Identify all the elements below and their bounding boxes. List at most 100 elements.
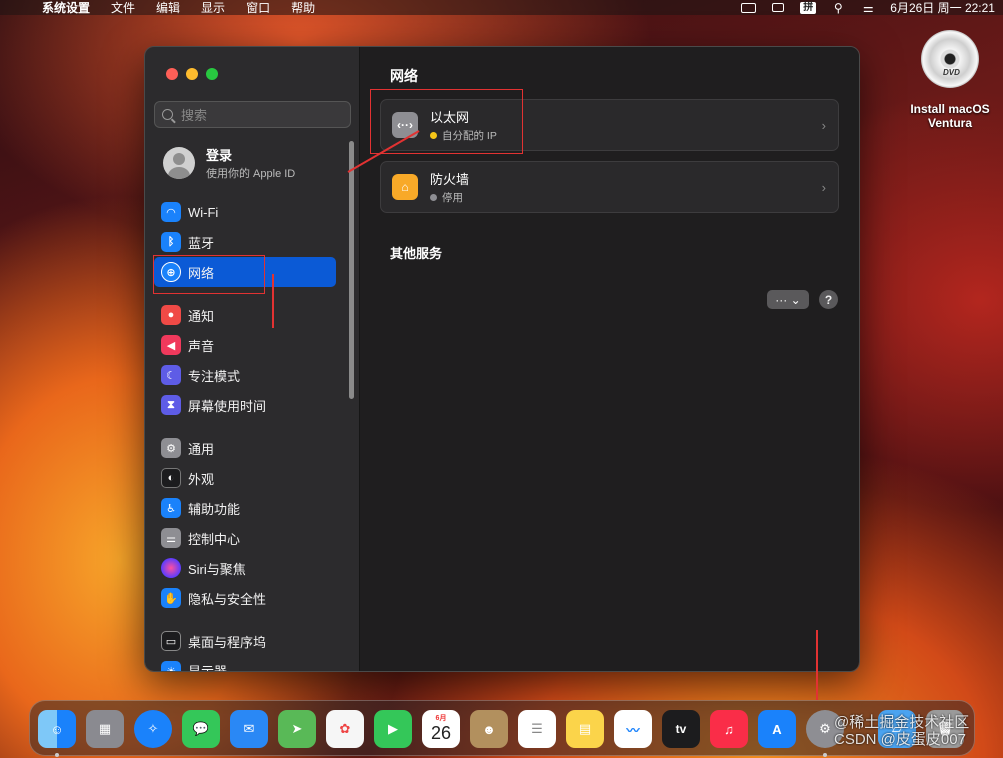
- app-store-icon[interactable]: A: [758, 710, 796, 748]
- notes-icon[interactable]: ▤: [566, 710, 604, 748]
- sidebar-item-accessibility[interactable]: ♿ 辅助功能: [154, 493, 336, 523]
- sidebar-item-label: 辅助功能: [188, 501, 241, 517]
- zoom-button[interactable]: [206, 68, 218, 80]
- firewall-title: 防火墙: [430, 172, 470, 187]
- firewall-status: 停用: [442, 192, 463, 204]
- sidebar-item-label: Siri与聚焦: [188, 561, 246, 577]
- menu-file[interactable]: 文件: [111, 0, 135, 16]
- apple-id-signin[interactable]: 登录 使用你的 Apple ID: [163, 145, 295, 181]
- sidebar-item-appearance[interactable]: ◐ 外观: [154, 463, 336, 493]
- other-services-heading: 其他服务: [390, 246, 443, 261]
- sidebar-group-system: ⚙ 通用 ◐ 外观 ♿ 辅助功能 ⚌ 控制中心 Siri与聚焦 ✋ 隐私与安全性: [154, 433, 336, 613]
- firewall-row[interactable]: ⌂ 防火墙 停用 ›: [380, 161, 839, 213]
- chevron-right-icon: ›: [821, 179, 826, 195]
- sidebar-item-displays[interactable]: ☀ 显示器: [154, 656, 336, 671]
- signin-title: 登录: [206, 148, 233, 163]
- minimize-button[interactable]: [186, 68, 198, 80]
- sidebar-item-label: 通用: [188, 441, 215, 457]
- stage-manager-icon[interactable]: [770, 2, 786, 14]
- sidebar-item-privacy[interactable]: ✋ 隐私与安全性: [154, 583, 336, 613]
- signin-subtitle: 使用你的 Apple ID: [206, 168, 296, 180]
- sidebar-item-focus[interactable]: ☾ 专注模式: [154, 360, 336, 390]
- hand-icon: ✋: [161, 588, 181, 608]
- calendar-day: 26: [430, 723, 452, 743]
- accessibility-icon: ♿: [161, 498, 181, 518]
- sidebar: 搜索 登录 使用你的 Apple ID ◠ Wi-Fi ᛒ 蓝牙 ⊕ 网络 ● …: [145, 47, 360, 671]
- sidebar-item-label: 桌面与程序坞: [188, 634, 267, 650]
- input-method-icon[interactable]: 拼: [800, 1, 817, 14]
- watermark-line2: CSDN @皮蛋皮007: [834, 731, 966, 748]
- help-button[interactable]: ?: [819, 290, 838, 309]
- menu-clock[interactable]: 6月26日 周一 22:21: [890, 0, 995, 16]
- sidebar-item-screen-time[interactable]: ⧗ 屏幕使用时间: [154, 390, 336, 420]
- siri-icon: [161, 558, 181, 578]
- mail-icon[interactable]: ✉: [230, 710, 268, 748]
- sidebar-item-label: 屏幕使用时间: [188, 398, 267, 414]
- running-indicator: [55, 753, 59, 757]
- hourglass-icon: ⧗: [161, 395, 181, 415]
- sidebar-item-sound[interactable]: ◀ 声音: [154, 330, 336, 360]
- sidebar-item-siri[interactable]: Siri与聚焦: [154, 553, 336, 583]
- avatar: [163, 147, 195, 179]
- close-button[interactable]: [166, 68, 178, 80]
- annotation-arrow-network: [272, 274, 274, 328]
- dvd-name: Install macOS Ventura: [900, 102, 1000, 130]
- page-title: 网络: [390, 68, 418, 84]
- control-center-icon[interactable]: ⚌: [860, 1, 876, 15]
- calendar-icon[interactable]: 6月 26: [422, 710, 460, 748]
- status-dot-gray: [430, 194, 437, 201]
- appearance-icon: ◐: [161, 468, 181, 488]
- search-placeholder: 搜索: [181, 108, 208, 123]
- photos-icon[interactable]: ✿: [326, 710, 364, 748]
- sidebar-scrollbar[interactable]: [349, 141, 354, 399]
- dvd-disc-icon: DVD: [921, 30, 979, 88]
- sidebar-item-desktop-dock[interactable]: ▭ 桌面与程序坞: [154, 626, 336, 656]
- gear-icon: ⚙: [161, 438, 181, 458]
- display-icon: ☀: [161, 661, 181, 671]
- more-actions-button[interactable]: ··· ⌄: [767, 290, 809, 309]
- safari-icon[interactable]: ✧: [134, 710, 172, 748]
- menu-window[interactable]: 窗口: [246, 0, 270, 16]
- sidebar-group-notifications: ● 通知 ◀ 声音 ☾ 专注模式 ⧗ 屏幕使用时间: [154, 300, 336, 420]
- sidebar-item-label: 声音: [188, 338, 215, 354]
- messages-icon[interactable]: 💬: [182, 710, 220, 748]
- maps-icon[interactable]: ➤: [278, 710, 316, 748]
- sidebar-item-label: 专注模式: [188, 368, 241, 384]
- menu-help[interactable]: 帮助: [291, 0, 315, 16]
- sidebar-item-label: Wi-Fi: [188, 204, 219, 220]
- chevron-right-icon: ›: [821, 117, 826, 133]
- search-input[interactable]: 搜索: [154, 101, 351, 128]
- screen-mirroring-icon[interactable]: [740, 2, 756, 14]
- firewall-icon: ⌂: [392, 174, 418, 200]
- menu-app-name[interactable]: 系统设置: [42, 0, 90, 16]
- dock-icon: ▭: [161, 631, 181, 651]
- freeform-icon[interactable]: 〰: [614, 710, 652, 748]
- sidebar-item-general[interactable]: ⚙ 通用: [154, 433, 336, 463]
- music-icon[interactable]: ♫: [710, 710, 748, 748]
- desktop-dvd-item[interactable]: DVD Install macOS Ventura: [900, 30, 1000, 130]
- launchpad-icon[interactable]: ▦: [86, 710, 124, 748]
- reminders-icon[interactable]: ☰: [518, 710, 556, 748]
- sidebar-item-notifications[interactable]: ● 通知: [154, 300, 336, 330]
- contacts-icon[interactable]: ☻: [470, 710, 508, 748]
- finder-icon[interactable]: ☺: [38, 710, 76, 748]
- watermark-line1: @稀土掘金技术社区: [834, 714, 970, 731]
- watermark: @稀土掘金技术社区 CSDN @皮蛋皮007: [834, 714, 969, 748]
- tv-icon[interactable]: tv: [662, 710, 700, 748]
- wifi-icon: ◠: [161, 202, 181, 222]
- moon-icon: ☾: [161, 365, 181, 385]
- tv-label: tv: [675, 722, 687, 736]
- sidebar-item-bluetooth[interactable]: ᛒ 蓝牙: [154, 227, 336, 257]
- dvd-label: DVD: [943, 68, 960, 77]
- sidebar-item-label: 蓝牙: [188, 235, 215, 251]
- bluetooth-icon: ᛒ: [161, 232, 181, 252]
- sidebar-item-wifi[interactable]: ◠ Wi-Fi: [154, 197, 336, 227]
- menu-edit[interactable]: 编辑: [156, 0, 180, 16]
- annotation-box-network: [153, 255, 265, 294]
- facetime-icon[interactable]: ▶: [374, 710, 412, 748]
- menu-view[interactable]: 显示: [201, 0, 225, 16]
- sidebar-item-label: 隐私与安全性: [188, 591, 267, 607]
- speaker-icon: ◀: [161, 335, 181, 355]
- spotlight-search-icon[interactable]: ⚲: [830, 1, 846, 15]
- sidebar-item-control-center[interactable]: ⚌ 控制中心: [154, 523, 336, 553]
